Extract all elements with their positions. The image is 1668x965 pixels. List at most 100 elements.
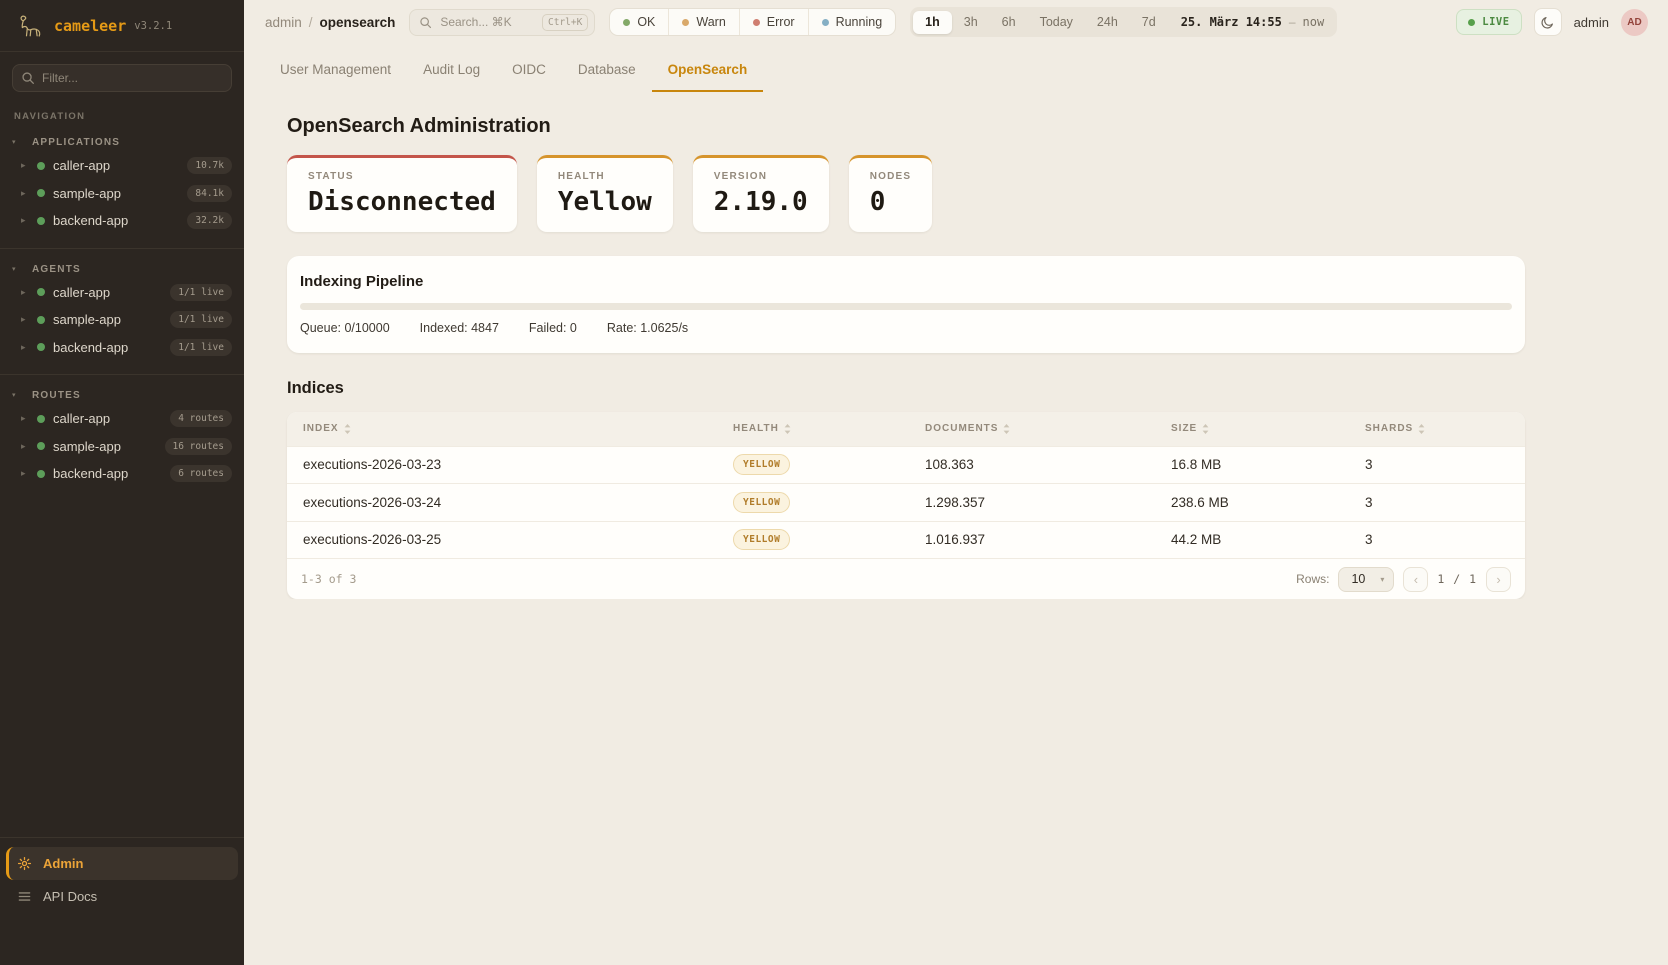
sidebar-item-label: Admin [43,856,83,871]
column-header-size[interactable]: SIZE [1155,423,1349,434]
status-filter-ok[interactable]: OK [610,9,668,35]
table-row[interactable]: executions-2026-03-24 YELLOW 1.298.357 2… [287,483,1525,521]
column-header-health[interactable]: HEALTH [717,423,909,434]
search-input[interactable] [438,14,536,30]
sidebar-item-agent-backend-app[interactable]: ▸ backend-app 1/1 live [0,334,244,362]
sidebar-item-app-caller-app[interactable]: ▸ caller-app 10.7k [0,152,244,180]
sidebar-item-api-docs[interactable]: API Docs [6,880,238,913]
tab-opensearch[interactable]: OpenSearch [652,51,764,92]
status-filter-error[interactable]: Error [739,9,808,35]
sidebar-item-route-backend-app[interactable]: ▸ backend-app 6 routes [0,460,244,488]
status-dot-icon [37,470,45,478]
rows-per-page-select[interactable]: 10 ▾ [1338,567,1394,592]
item-badge: 1/1 live [170,311,232,328]
time-range-7d[interactable]: 7d [1130,11,1168,34]
status-filter-label: Running [836,15,883,29]
column-header-index[interactable]: INDEX [287,423,717,434]
ok-dot-icon [623,19,630,26]
stat-label: STATUS [308,171,496,182]
section-header-routes[interactable]: ▾ ROUTES [0,386,244,405]
cell-shards: 3 [1349,532,1525,547]
time-range-1h[interactable]: 1h [913,11,952,34]
header-right-cluster: LIVE admin AD [1456,8,1648,36]
sort-icon [1418,424,1425,434]
sidebar-item-agent-sample-app[interactable]: ▸ sample-app 1/1 live [0,306,244,334]
main-area: admin / opensearch Ctrl+K OK Warn Error [244,0,1668,965]
time-range-6h[interactable]: 6h [990,11,1028,34]
pipeline-stats: Queue: 0/10000 Indexed: 4847 Failed: 0 R… [300,321,1512,335]
brand: cameleer v3.2.1 [0,0,244,52]
pipeline-title: Indexing Pipeline [300,273,1512,290]
status-filter-warn[interactable]: Warn [668,9,738,35]
user-name: admin [1574,15,1609,30]
camel-logo-icon [16,13,46,39]
column-header-shards[interactable]: SHARDS [1349,423,1525,434]
chevron-right-icon: ▸ [21,442,29,451]
sidebar-item-agent-caller-app[interactable]: ▸ caller-app 1/1 live [0,279,244,307]
sidebar-item-admin[interactable]: Admin [6,847,238,880]
status-filter-label: Error [767,15,795,29]
column-label: HEALTH [733,423,779,434]
next-page-button[interactable]: › [1486,567,1511,592]
chevron-right-icon: ▸ [21,343,29,352]
item-label: caller-app [53,285,110,300]
tab-oidc[interactable]: OIDC [496,51,562,92]
time-range-24h[interactable]: 24h [1085,11,1130,34]
sidebar-section-applications: ▾ APPLICATIONS ▸ caller-app 10.7k ▸ samp… [0,122,244,249]
cell-documents: 1.298.357 [909,495,1155,510]
breadcrumb-current: opensearch [320,15,396,30]
stat-card-nodes: NODES 0 [849,155,933,232]
table-footer: 1-3 of 3 Rows: 10 ▾ ‹ 1 / 1 › [287,558,1525,599]
stat-value: 0 [870,187,912,217]
range-start-datetime[interactable]: 25. März 14:55 [1181,15,1282,29]
stat-label: VERSION [714,171,808,182]
chevron-right-icon: ▸ [21,315,29,324]
prev-page-button[interactable]: ‹ [1403,567,1428,592]
tab-database[interactable]: Database [562,51,652,92]
sidebar-item-label: API Docs [43,889,97,904]
time-range-3h[interactable]: 3h [952,11,990,34]
row-range-text: 1-3 of 3 [301,572,356,586]
status-filter-running[interactable]: Running [808,9,896,35]
table-row[interactable]: executions-2026-03-25 YELLOW 1.016.937 4… [287,521,1525,559]
cell-index: executions-2026-03-23 [287,457,717,472]
filter-input[interactable] [12,64,232,92]
item-badge: 10.7k [187,157,232,174]
table-row[interactable]: executions-2026-03-23 YELLOW 108.363 16.… [287,446,1525,484]
navigation-label: NAVIGATION [14,111,230,122]
status-dot-icon [37,316,45,324]
breadcrumb-parent[interactable]: admin [265,15,302,30]
stat-label: HEALTH [558,171,652,182]
live-label: LIVE [1482,16,1509,28]
theme-toggle-button[interactable] [1534,8,1562,36]
cell-shards: 3 [1349,457,1525,472]
item-badge: 4 routes [170,410,232,427]
avatar[interactable]: AD [1621,9,1648,36]
status-filter-label: Warn [696,15,725,29]
stat-label: NODES [870,171,912,182]
sidebar-section-agents: ▾ AGENTS ▸ caller-app 1/1 live ▸ sample-… [0,249,244,376]
tab-user-management[interactable]: User Management [264,51,407,92]
sidebar-item-route-caller-app[interactable]: ▸ caller-app 4 routes [0,405,244,433]
item-label: backend-app [53,466,128,481]
sidebar: cameleer v3.2.1 NAVIGATION ▾ APPLICATION… [0,0,244,965]
cell-shards: 3 [1349,495,1525,510]
item-label: backend-app [53,213,128,228]
tab-audit-log[interactable]: Audit Log [407,51,496,92]
section-header-applications[interactable]: ▾ APPLICATIONS [0,133,244,152]
time-range-today[interactable]: Today [1028,11,1085,34]
range-end-datetime[interactable]: now [1303,15,1325,29]
status-filter-label: OK [637,15,655,29]
sidebar-item-route-sample-app[interactable]: ▸ sample-app 16 routes [0,433,244,461]
indices-table: INDEX HEALTH DOCUMENTS SIZE SHARDS [287,412,1525,600]
global-search[interactable]: Ctrl+K [409,9,595,36]
section-header-agents[interactable]: ▾ AGENTS [0,260,244,279]
sidebar-item-app-backend-app[interactable]: ▸ backend-app 32.2k [0,207,244,235]
chevron-right-icon: ▸ [21,189,29,198]
cell-health: YELLOW [717,454,909,475]
column-header-documents[interactable]: DOCUMENTS [909,423,1155,434]
search-shortcut-badge: Ctrl+K [542,14,588,31]
item-label: sample-app [53,312,121,327]
live-badge[interactable]: LIVE [1456,9,1521,35]
sidebar-item-app-sample-app[interactable]: ▸ sample-app 84.1k [0,180,244,208]
